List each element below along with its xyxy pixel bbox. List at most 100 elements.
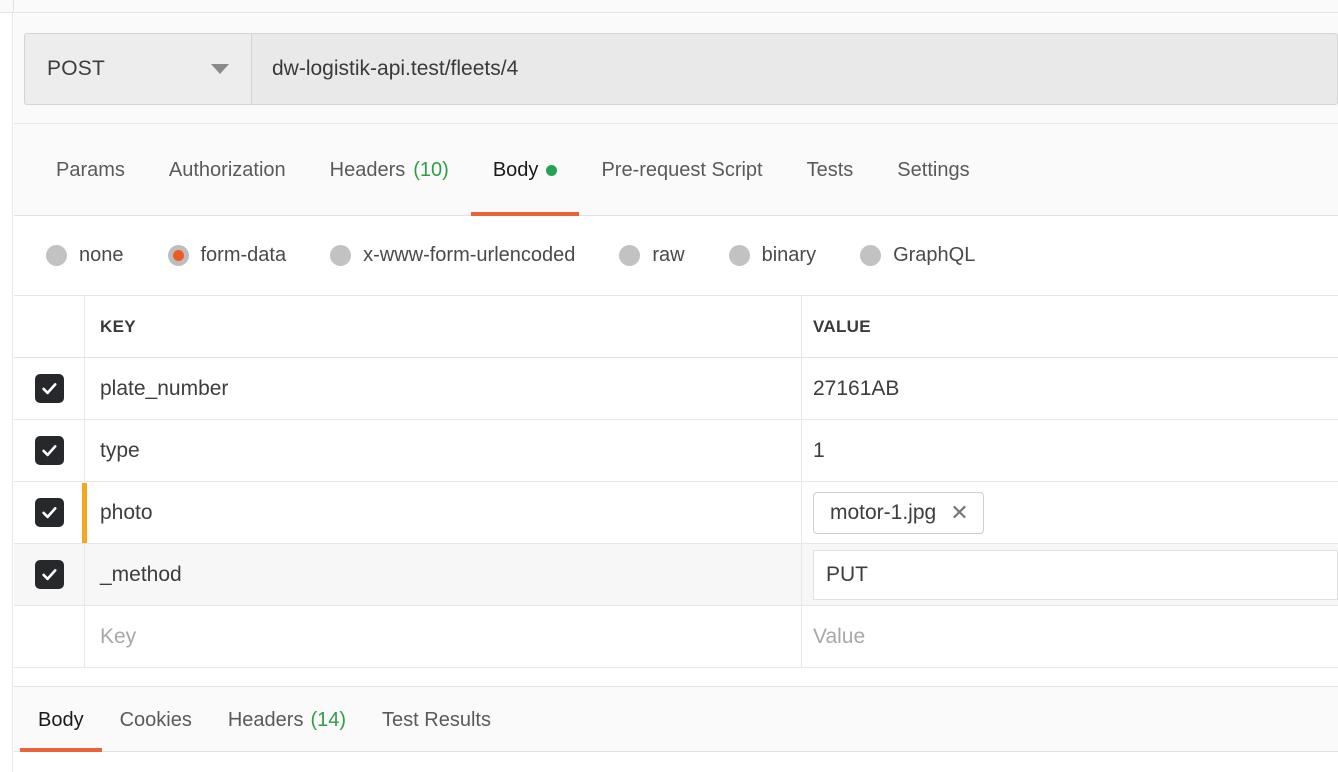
body-type-binary-label: binary [761,244,817,266]
body-type-graphql-label: GraphQL [893,244,976,266]
body-type-none-label: none [79,244,124,266]
row-checkbox-cell [14,358,85,419]
response-body-area [14,752,1338,772]
response-tab-headers[interactable]: Headers (14) [210,687,364,753]
tab-tests[interactable]: Tests [785,124,876,216]
url-row: POST dw-logistik-api.test/fleets/4 [24,33,1338,105]
tab-headers-label: Headers [329,158,406,181]
tab-tests-label: Tests [806,158,854,181]
file-attachment-chip: motor-1.jpg ✕ [813,491,984,534]
response-tab-body[interactable]: Body [20,687,102,753]
response-tab-headers-label: Headers [227,708,304,731]
radio-icon-urlencoded [330,245,352,266]
body-type-form-data[interactable]: form-data [167,244,287,267]
tab-body[interactable]: Body [470,124,580,216]
column-header-value: VALUE [813,316,871,336]
row-value-input[interactable]: PUT [813,549,1338,600]
response-tab-test-results[interactable]: Test Results [364,687,509,753]
row-key-cell[interactable]: type [85,420,802,481]
file-name-label: motor-1.jpg [830,500,937,524]
table-row: _method PUT [14,544,1338,606]
top-strip-divider [13,0,14,13]
row-key-text: plate_number [100,376,229,400]
response-tab-headers-count: (14) [310,708,347,731]
row-key-cell[interactable]: plate_number [85,358,802,419]
row-enabled-checkbox[interactable] [34,374,64,403]
response-tab-test-results-label: Test Results [382,708,491,731]
response-tab-body-label: Body [38,708,84,731]
row-key-text: type [100,438,140,462]
body-type-raw-label: raw [652,244,685,266]
tab-body-label: Body [492,158,539,181]
tab-params-label: Params [56,158,125,181]
row-checkbox-cell [14,482,85,543]
url-text: dw-logistik-api.test/fleets/4 [272,57,519,80]
radio-inner-dot-icon [172,250,184,261]
close-icon[interactable]: ✕ [950,501,968,524]
row-value-cell[interactable]: motor-1.jpg ✕ [802,482,1338,543]
tab-settings[interactable]: Settings [875,124,991,216]
new-row-value-placeholder: Value [813,624,866,648]
table-row: type 1 [14,420,1338,482]
radio-icon-none [46,245,67,266]
row-enabled-checkbox[interactable] [34,498,64,527]
chevron-down-icon [211,64,229,74]
body-type-graphql[interactable]: GraphQL [860,244,975,267]
radio-icon-binary [728,245,750,266]
tab-headers-count: (10) [413,158,449,181]
header-cell-value: VALUE [802,296,1338,357]
tab-headers[interactable]: Headers (10) [308,124,471,216]
row-key-cell[interactable]: photo [85,482,802,543]
row-value-cell[interactable]: 27161AB [802,358,1338,419]
row-key-text: photo [100,500,153,524]
row-key-cell[interactable]: _method [85,544,802,605]
body-type-selector: none form-data x-www-form-urlencoded raw… [14,216,1338,296]
body-type-form-data-label: form-data [200,244,287,266]
table-row-new: Key Value [14,606,1338,668]
response-tabs: Body Cookies Headers (14) Test Results [14,686,1338,753]
row-key-text: _method [100,562,182,586]
row-value-text: 27161AB [813,376,900,400]
row-checkbox-cell-empty [14,606,85,667]
table-header-row: KEY VALUE [14,296,1338,358]
body-has-content-dot-icon [546,164,558,176]
row-value-text: 1 [813,438,825,462]
body-type-raw[interactable]: raw [619,244,685,267]
top-strip [0,0,1338,13]
header-cell-key: KEY [85,296,802,357]
tab-authorization[interactable]: Authorization [147,124,308,216]
url-bar-zone: POST dw-logistik-api.test/fleets/4 [14,14,1338,124]
radio-icon-graphql [860,245,882,266]
row-checkbox-cell [14,544,85,605]
body-type-binary[interactable]: binary [728,244,817,267]
radio-icon-form-data [167,245,189,266]
new-row-value-cell[interactable]: Value [802,606,1338,667]
tab-settings-label: Settings [897,158,970,181]
radio-icon-raw [619,245,641,266]
table-row: plate_number 27161AB [14,358,1338,420]
header-cell-checkbox [14,296,85,357]
postman-request-builder: POST dw-logistik-api.test/fleets/4 Param… [0,0,1338,772]
response-tab-cookies[interactable]: Cookies [102,687,210,753]
tab-params[interactable]: Params [34,124,147,216]
form-data-table: KEY VALUE plate_number 27161AB type 1 ph… [14,296,1338,668]
body-type-none[interactable]: none [46,244,124,267]
body-type-urlencoded[interactable]: x-www-form-urlencoded [330,244,575,267]
http-method-dropdown[interactable]: POST [24,33,252,105]
body-type-urlencoded-label: x-www-form-urlencoded [363,244,576,266]
column-header-key: KEY [100,316,136,336]
url-input[interactable]: dw-logistik-api.test/fleets/4 [252,33,1338,105]
tab-authorization-label: Authorization [168,158,286,181]
tab-pre-request-script[interactable]: Pre-request Script [579,124,784,216]
active-row-indicator [82,483,87,543]
table-row: photo motor-1.jpg ✕ [14,482,1338,544]
response-tab-cookies-label: Cookies [119,708,192,731]
left-rail-gutter [0,13,13,772]
row-value-cell[interactable]: 1 [802,420,1338,481]
row-enabled-checkbox[interactable] [34,560,64,589]
request-tabs: Params Authorization Headers (10) Body P… [14,124,1338,216]
row-enabled-checkbox[interactable] [34,436,64,465]
new-row-key-cell[interactable]: Key [85,606,802,667]
row-checkbox-cell [14,420,85,481]
new-row-key-placeholder: Key [100,624,137,648]
